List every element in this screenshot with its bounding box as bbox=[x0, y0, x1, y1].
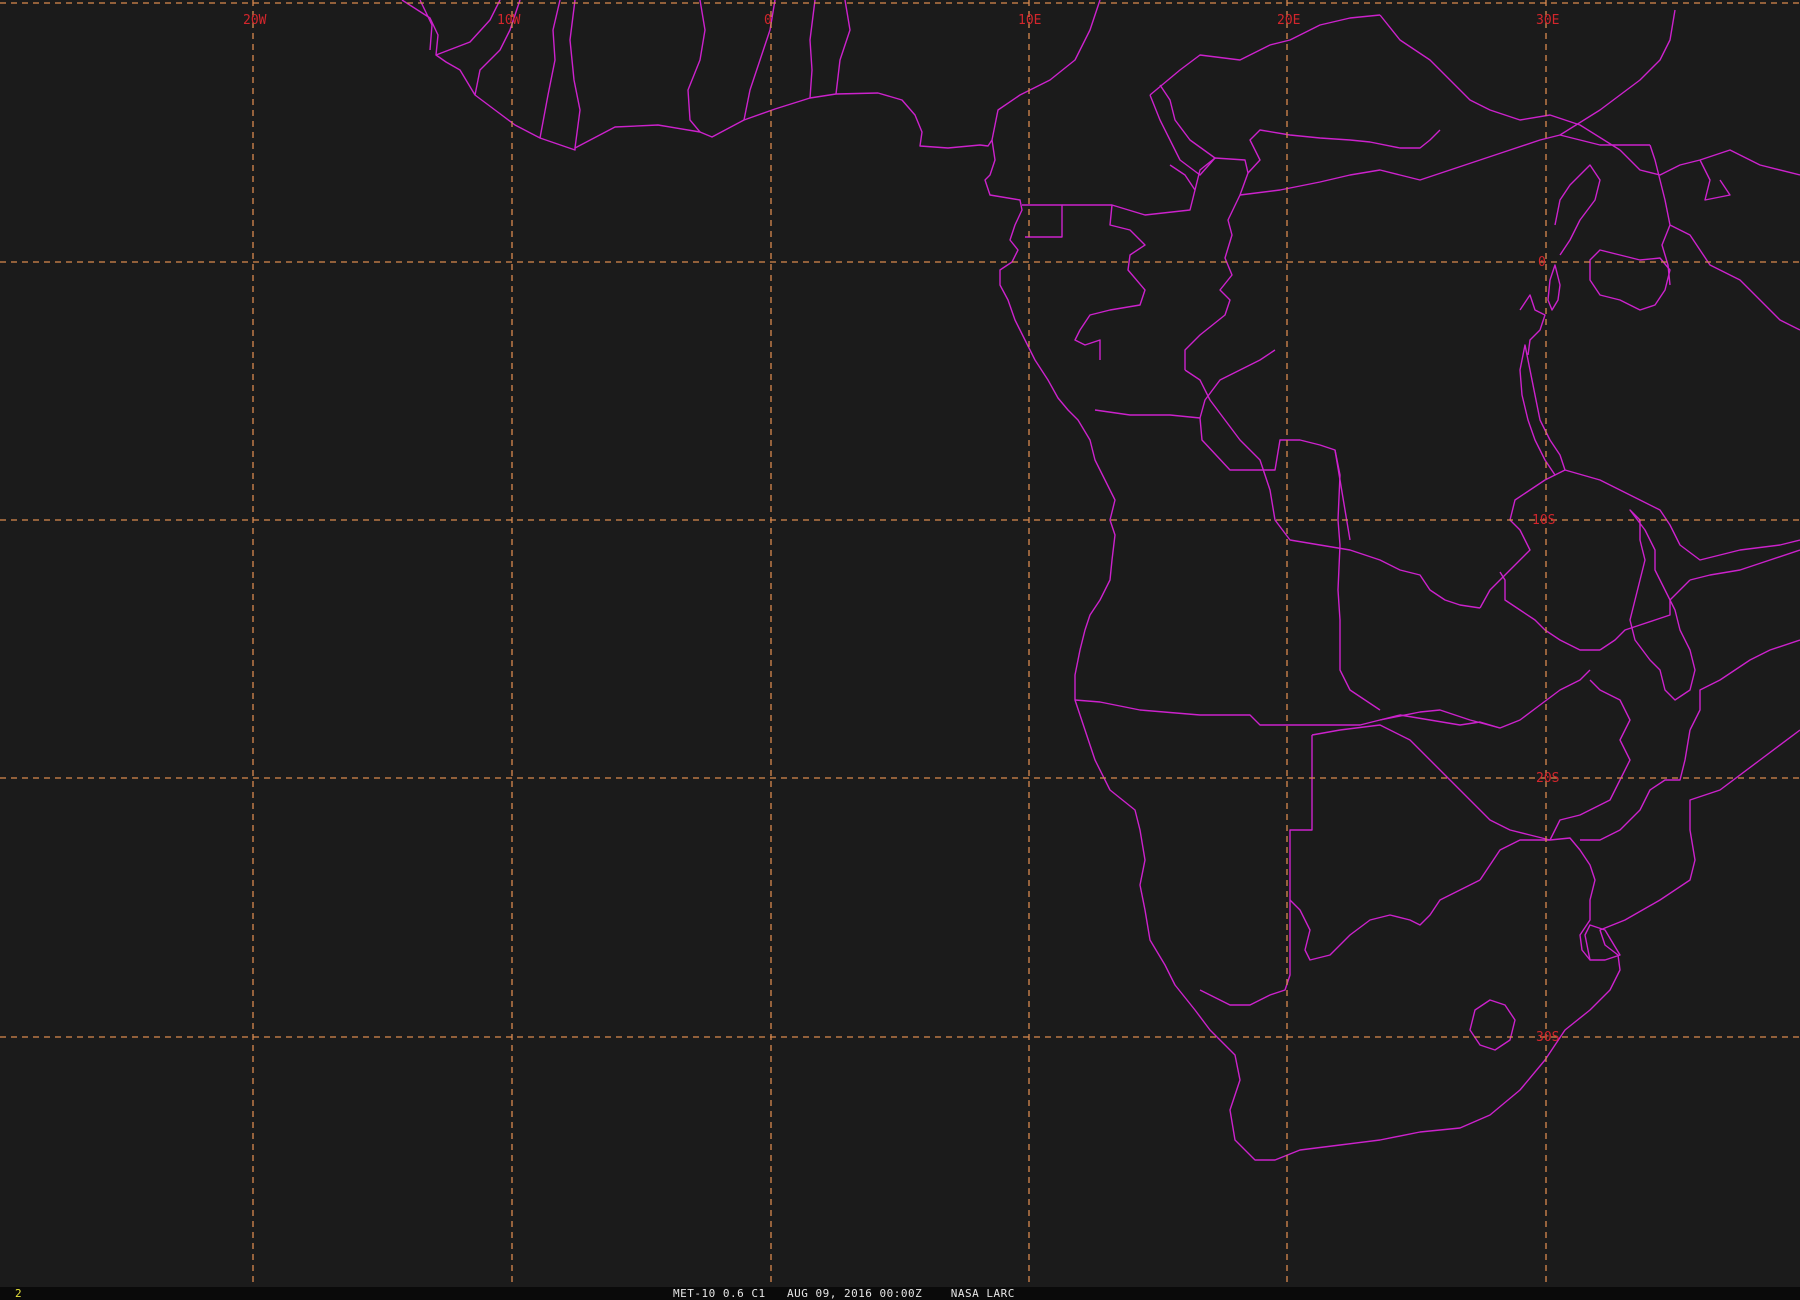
lon-label-20e: 20E bbox=[1277, 13, 1300, 28]
map-canvas: 20W 10W 0 10E 20E 30E 0 10S 20S 30S bbox=[0, 0, 1800, 1287]
map-background bbox=[0, 0, 1800, 1287]
lon-label-0: 0 bbox=[764, 13, 772, 28]
lon-label-10e: 10E bbox=[1018, 13, 1041, 28]
lat-label-20s: 20S bbox=[1536, 771, 1559, 786]
lat-label-10s: 10S bbox=[1532, 513, 1555, 528]
lon-label-10w: 10W bbox=[497, 13, 521, 28]
lat-label-0: 0 bbox=[1538, 255, 1546, 270]
status-bar: 2 MET-10 0.6 C1 AUG 09, 2016 00:00Z NASA… bbox=[0, 1287, 1800, 1300]
image-caption: MET-10 0.6 C1 AUG 09, 2016 00:00Z NASA L… bbox=[673, 1287, 1015, 1300]
lon-label-30e: 30E bbox=[1536, 13, 1559, 28]
lon-label-20w: 20W bbox=[243, 13, 267, 28]
frame-number: 2 bbox=[15, 1287, 22, 1300]
satellite-map-viewer: 20W 10W 0 10E 20E 30E 0 10S 20S 30S 2 ME… bbox=[0, 0, 1800, 1300]
lat-label-30s: 30S bbox=[1536, 1030, 1559, 1045]
